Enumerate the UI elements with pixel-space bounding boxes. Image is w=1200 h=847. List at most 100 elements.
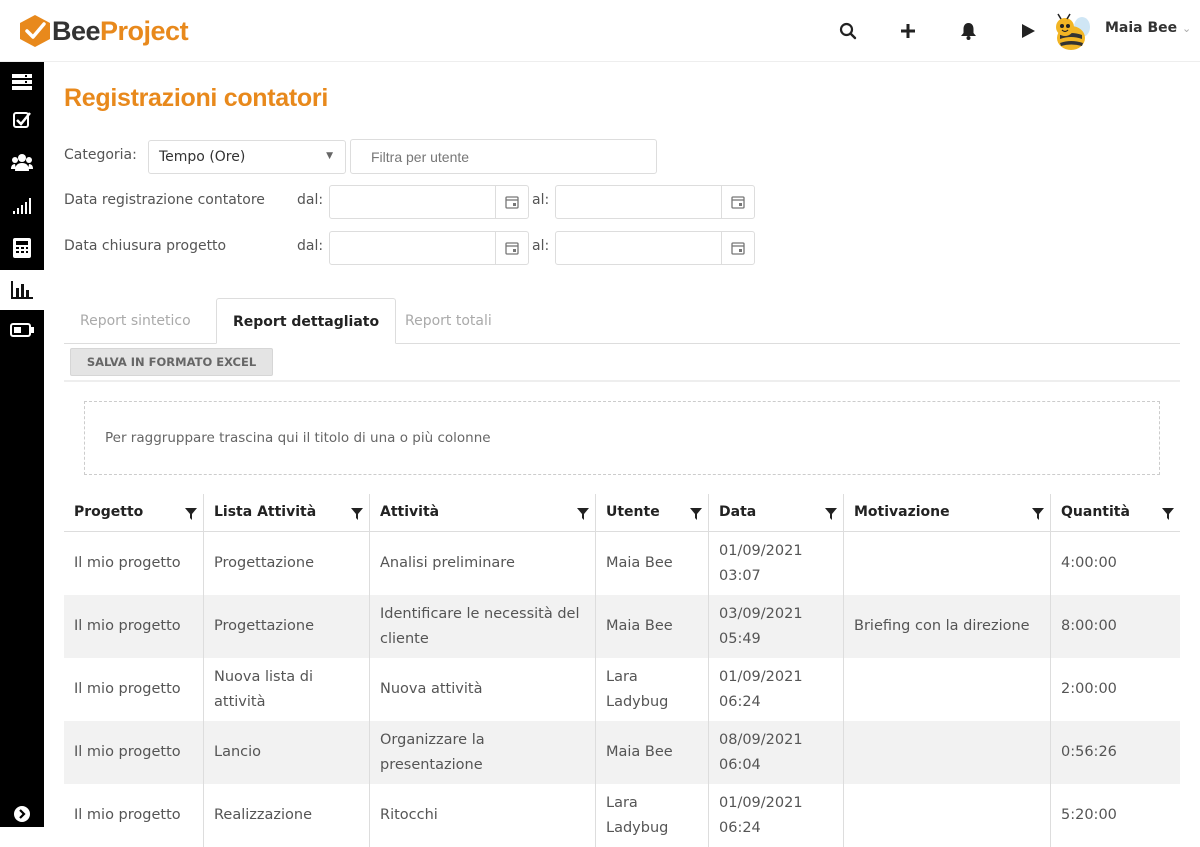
close-date-from-label: dal: xyxy=(297,238,324,254)
sidebar-item-stats[interactable] xyxy=(0,186,44,226)
table-row[interactable]: Il mio progetto Nuova lista di attività … xyxy=(64,658,1180,721)
tab-report-totali[interactable]: Report totali xyxy=(389,298,508,344)
table-row[interactable]: Il mio progetto Realizzazione Ritocchi L… xyxy=(64,784,1180,847)
reg-date-from-label: dal: xyxy=(297,192,324,208)
cell-lista: Progettazione xyxy=(214,618,315,634)
cell-progetto: Il mio progetto xyxy=(74,618,181,634)
column-header-quantita[interactable]: Quantità xyxy=(1050,494,1180,532)
app-logo[interactable]: BeeProject xyxy=(18,12,189,50)
toolbar-divider xyxy=(64,380,1180,382)
category-select[interactable]: Tempo (Ore) ▼ xyxy=(148,140,346,174)
cell-progetto: Il mio progetto xyxy=(74,807,181,823)
calendar-icon[interactable] xyxy=(721,186,754,218)
cell-utente: Maia Bee xyxy=(606,555,673,571)
cell-attivita: Analisi preliminare xyxy=(380,555,515,571)
plus-icon[interactable] xyxy=(878,18,938,44)
close-date-to-label: al: xyxy=(532,238,550,254)
caret-down-icon: ▼ xyxy=(326,151,333,161)
filter-icon[interactable] xyxy=(825,508,837,520)
cell-quantita: 2:00:00 xyxy=(1061,681,1117,697)
bell-icon[interactable] xyxy=(938,18,998,44)
cell-motivazione: Briefing con la direzione xyxy=(854,618,1030,634)
cell-progetto: Il mio progetto xyxy=(74,681,181,697)
avatar[interactable] xyxy=(1052,13,1092,53)
filter-icon[interactable] xyxy=(185,508,197,520)
reg-date-from-input[interactable] xyxy=(329,185,529,219)
tab-report-dettagliato[interactable]: Report dettagliato xyxy=(216,298,397,344)
filter-icon[interactable] xyxy=(1032,508,1044,520)
sidebar-item-reports[interactable] xyxy=(0,270,44,310)
brand-name: BeeProject xyxy=(52,15,189,46)
team-icon xyxy=(11,154,33,171)
report-grid: Progetto Lista Attività Attività Utente … xyxy=(64,494,1180,847)
reg-date-to-input[interactable] xyxy=(555,185,755,219)
chevron-down-icon[interactable]: ⌄ xyxy=(1182,22,1191,35)
play-icon[interactable] xyxy=(998,18,1058,44)
stats-icon xyxy=(13,198,31,214)
cell-attivita: Organizzare la presentazione xyxy=(380,731,485,773)
filter-icon[interactable] xyxy=(577,508,589,520)
user-name[interactable]: Maia Bee xyxy=(1105,20,1177,36)
dashboard-icon xyxy=(12,74,32,90)
sidebar xyxy=(0,62,44,827)
page-title: Registrazioni contatori xyxy=(64,84,328,112)
cell-data: 01/09/2021 03:07 xyxy=(719,542,803,584)
group-drop-area[interactable]: Per raggruppare trascina qui il titolo d… xyxy=(84,401,1160,475)
cell-attivita: Ritocchi xyxy=(380,807,438,823)
table-row[interactable]: Il mio progetto Progettazione Identifica… xyxy=(64,595,1180,658)
cell-data: 08/09/2021 06:04 xyxy=(719,731,803,773)
filter-icon[interactable] xyxy=(690,508,702,520)
cell-lista: Lancio xyxy=(214,744,262,760)
cell-utente: Maia Bee xyxy=(606,744,673,760)
column-header-attivita[interactable]: Attività xyxy=(369,494,595,532)
cell-attivita: Nuova attività xyxy=(380,681,483,697)
battery-icon xyxy=(10,323,34,337)
group-hint: Per raggruppare trascina qui il titolo d… xyxy=(105,430,491,446)
table-row[interactable]: Il mio progetto Lancio Organizzare la pr… xyxy=(64,721,1180,784)
chevron-right-circle-icon xyxy=(14,806,30,822)
cell-utente: Lara Ladybug xyxy=(606,668,669,710)
save-excel-button[interactable]: SALVA IN FORMATO EXCEL xyxy=(70,348,273,376)
cell-quantita: 4:00:00 xyxy=(1061,555,1117,571)
cell-lista: Nuova lista di attività xyxy=(214,668,314,710)
calculator-icon xyxy=(13,238,31,258)
sidebar-item-team[interactable] xyxy=(0,142,44,182)
close-date-to-input[interactable] xyxy=(555,231,755,265)
category-label: Categoria: xyxy=(64,147,137,163)
cell-quantita: 5:20:00 xyxy=(1061,807,1117,823)
cell-data: 01/09/2021 06:24 xyxy=(719,794,803,836)
column-header-utente[interactable]: Utente xyxy=(595,494,708,532)
top-bar: BeeProject Maia Bee ⌄ xyxy=(0,0,1200,62)
tasks-icon xyxy=(13,112,31,128)
column-header-lista-attivita[interactable]: Lista Attività xyxy=(203,494,369,532)
sidebar-item-calculator[interactable] xyxy=(0,228,44,268)
cell-lista: Progettazione xyxy=(214,555,315,571)
search-icon[interactable] xyxy=(818,18,878,44)
calendar-icon[interactable] xyxy=(721,232,754,264)
sidebar-item-tasks[interactable] xyxy=(0,100,44,140)
cell-utente: Lara Ladybug xyxy=(606,794,669,836)
cell-progetto: Il mio progetto xyxy=(74,744,181,760)
column-header-progetto[interactable]: Progetto xyxy=(64,494,203,532)
column-header-motivazione[interactable]: Motivazione xyxy=(843,494,1050,532)
filter-icon[interactable] xyxy=(1162,508,1174,520)
cell-quantita: 0:56:26 xyxy=(1061,744,1117,760)
filter-icon[interactable] xyxy=(351,508,363,520)
reg-date-to-label: al: xyxy=(532,192,550,208)
reports-icon xyxy=(11,281,33,299)
calendar-icon[interactable] xyxy=(495,232,528,264)
cell-utente: Maia Bee xyxy=(606,618,673,634)
sidebar-item-battery[interactable] xyxy=(0,310,44,350)
table-row[interactable]: Il mio progetto Progettazione Analisi pr… xyxy=(64,532,1180,595)
column-header-data[interactable]: Data xyxy=(708,494,843,532)
reg-date-label: Data registrazione contatore xyxy=(64,192,265,208)
calendar-icon[interactable] xyxy=(495,186,528,218)
category-select-value: Tempo (Ore) xyxy=(159,149,246,165)
cell-attivita: Identificare le necessità del cliente xyxy=(380,605,580,647)
sidebar-expand-button[interactable] xyxy=(0,794,44,834)
sidebar-item-dashboard[interactable] xyxy=(0,62,44,102)
cell-quantita: 8:00:00 xyxy=(1061,618,1117,634)
tab-report-sintetico[interactable]: Report sintetico xyxy=(64,298,207,344)
close-date-from-input[interactable] xyxy=(329,231,529,265)
user-filter-input[interactable] xyxy=(350,139,657,174)
